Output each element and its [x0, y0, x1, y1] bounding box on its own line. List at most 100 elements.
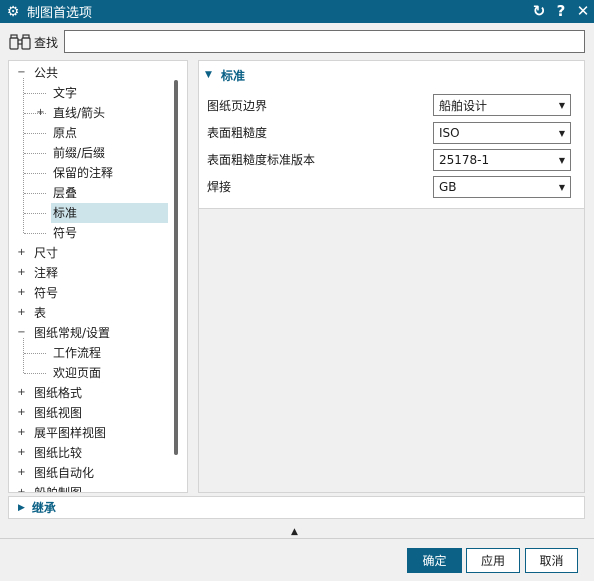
tree-item[interactable]: − 公共 — [9, 63, 179, 83]
expand-right-icon: ▶ — [18, 502, 25, 513]
tree-guide-line — [24, 173, 46, 174]
tree-guide-line — [24, 153, 46, 154]
tree-item[interactable]: + 图纸格式 — [9, 383, 179, 403]
tree-item[interactable]: 欢迎页面 — [9, 363, 179, 383]
tree-item[interactable]: + 展平图样视图 — [9, 423, 179, 443]
tree-item[interactable]: + 船舶制图 — [9, 483, 179, 492]
cancel-button[interactable]: 取消 — [525, 548, 578, 573]
select-value: 25178-1 — [439, 153, 490, 167]
collapse-icon[interactable]: − — [17, 67, 26, 77]
tree-item[interactable]: + 表 — [9, 303, 179, 323]
tree-item[interactable]: 工作流程 — [9, 343, 179, 363]
reset-icon[interactable]: ↻ — [532, 4, 546, 20]
inherit-section-header[interactable]: ▶ 继承 — [8, 496, 585, 519]
prop-label-surface-roughness: 表面粗糙度 — [207, 126, 268, 140]
tree-item-label: 图纸常规/设置 — [34, 326, 111, 340]
surface-roughness-select[interactable]: ISO ▼ — [433, 122, 571, 144]
tree-item[interactable]: + 直线/箭头 — [9, 103, 179, 123]
dropdown-arrow-icon: ▼ — [558, 182, 566, 192]
expand-icon[interactable]: + — [17, 387, 26, 397]
tree-item[interactable]: − 图纸常规/设置 — [9, 323, 179, 343]
tree-item[interactable]: + 注释 — [9, 263, 179, 283]
tree-item-label: 层叠 — [53, 186, 78, 200]
collapse-up-icon[interactable]: ▲ — [291, 527, 298, 537]
tree-item-label: 标准 — [51, 203, 168, 223]
welding-select[interactable]: GB ▼ — [433, 176, 571, 198]
apply-button[interactable]: 应用 — [466, 548, 520, 573]
tree-item[interactable]: + 图纸自动化 — [9, 463, 179, 483]
tree-item-label: 工作流程 — [53, 346, 102, 360]
roughness-version-select[interactable]: 25178-1 ▼ — [433, 149, 571, 171]
ok-button[interactable]: 确定 — [407, 548, 462, 573]
tree-item[interactable]: 保留的注释 — [9, 163, 179, 183]
dropdown-arrow-icon: ▼ — [558, 128, 566, 138]
tree-guide-line — [24, 193, 46, 194]
tree-item[interactable]: 层叠 — [9, 183, 179, 203]
sheet-border-select[interactable]: 船舶设计 ▼ — [433, 94, 571, 116]
expand-icon[interactable]: + — [17, 267, 26, 277]
collapse-down-icon: ▼ — [205, 70, 212, 80]
standard-section: ▼ 标准 图纸页边界 船舶设计 ▼ 表面粗糙度 ISO ▼ 表面粗糙度标准版本 … — [199, 61, 584, 209]
tree-item[interactable]: 前缀/后缀 — [9, 143, 179, 163]
window-title: 制图首选项 — [27, 6, 93, 21]
inherit-label: 继承 — [31, 501, 56, 515]
expand-icon[interactable]: + — [17, 287, 26, 297]
search-row: 查找 — [8, 30, 586, 54]
close-icon[interactable]: ✕ — [576, 4, 590, 20]
expand-icon[interactable]: + — [17, 447, 26, 457]
tree-item-label: 原点 — [53, 126, 78, 140]
panel-empty-area — [199, 209, 584, 492]
tree-item-label: 前缀/后缀 — [53, 146, 106, 160]
tree-item[interactable]: + 图纸视图 — [9, 403, 179, 423]
tree-guide-line — [24, 133, 46, 134]
tree-item-label: 注释 — [34, 266, 59, 280]
expand-icon[interactable]: + — [17, 407, 26, 417]
expand-icon[interactable]: + — [17, 427, 26, 437]
expand-icon[interactable]: + — [17, 487, 26, 492]
tree-item-label: 图纸格式 — [34, 386, 83, 400]
tree-item[interactable]: + 图纸比较 — [9, 443, 179, 463]
tree-guide-line — [24, 213, 46, 214]
tree-scrollbar-thumb[interactable] — [174, 80, 178, 455]
prop-label-welding: 焊接 — [207, 180, 232, 194]
tree-item[interactable]: 原点 — [9, 123, 179, 143]
tree-item-label: 符号 — [53, 226, 78, 240]
title-bar: ⚙ 制图首选项 ↻ ? ✕ — [0, 0, 594, 23]
title-bar-buttons: ↻ ? ✕ — [532, 0, 590, 23]
search-input[interactable] — [64, 30, 585, 53]
dropdown-arrow-icon: ▼ — [558, 155, 566, 165]
tree-item-label: 图纸视图 — [34, 406, 83, 420]
tree-item-label: 图纸比较 — [34, 446, 83, 460]
tree-guide-line — [24, 353, 46, 354]
section-title: 标准 — [221, 68, 246, 83]
tree-guide-line — [24, 233, 46, 234]
tree-guide-line — [24, 93, 46, 94]
tree-item[interactable]: 符号 — [9, 223, 179, 243]
help-icon[interactable]: ? — [554, 4, 568, 20]
expand-icon[interactable]: + — [17, 467, 26, 477]
tree-item[interactable]: 标准 — [9, 203, 179, 223]
prop-label-roughness-version: 表面粗糙度标准版本 — [207, 153, 316, 167]
expand-icon[interactable]: + — [17, 247, 26, 257]
footer-divider — [0, 538, 594, 539]
collapse-icon[interactable]: − — [17, 327, 26, 337]
tree-item-label: 尺寸 — [34, 246, 59, 260]
tree-item-label: 文字 — [53, 86, 78, 100]
dropdown-arrow-icon: ▼ — [558, 100, 566, 110]
expand-icon[interactable]: + — [36, 107, 45, 117]
select-value: GB — [439, 180, 457, 194]
prop-label-sheet-border: 图纸页边界 — [207, 99, 268, 113]
section-header[interactable]: ▼ 标准 — [205, 67, 245, 83]
select-value: 船舶设计 — [439, 98, 488, 113]
binoculars-icon — [8, 32, 32, 52]
tree-item-label: 公共 — [34, 66, 59, 80]
tree-item[interactable]: 文字 — [9, 83, 179, 103]
gear-icon: ⚙ — [6, 3, 20, 20]
select-value: ISO — [439, 126, 460, 140]
search-label: 查找 — [34, 35, 59, 50]
tree-item[interactable]: + 尺寸 — [9, 243, 179, 263]
tree-item[interactable]: + 符号 — [9, 283, 179, 303]
expand-icon[interactable]: + — [17, 307, 26, 317]
tree-item-label: 展平图样视图 — [34, 426, 107, 440]
tree-item-label: 图纸自动化 — [34, 466, 95, 480]
